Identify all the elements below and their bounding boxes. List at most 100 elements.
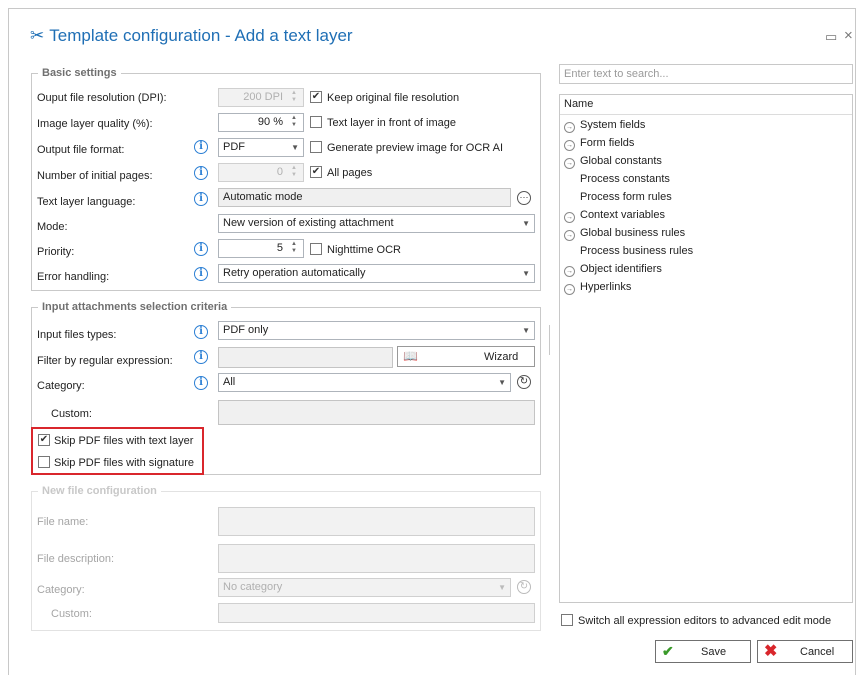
tree-item[interactable]: Process constants (580, 173, 670, 185)
search-input[interactable]: Enter text to search... (559, 64, 853, 84)
new-custom-field (218, 603, 535, 623)
spinner-arrows-icon: ▲ ▼ (291, 90, 297, 103)
refresh-icon[interactable]: ↻ (517, 375, 531, 389)
priority-label: Priority: (37, 246, 75, 258)
text-language-field: Automatic mode (218, 188, 511, 207)
chevron-down-icon: ▼ (291, 143, 299, 152)
maximize-icon[interactable]: ▭ (825, 29, 837, 45)
output-resolution-label: Ouput file resolution (DPI): (37, 92, 167, 104)
output-format-label: Output file format: (37, 144, 125, 156)
new-category-select: No category ▼ (218, 578, 511, 597)
file-description-field (218, 544, 535, 573)
cancel-icon: ✖ (764, 643, 778, 660)
all-pages-label: All pages (327, 167, 373, 179)
tree-item[interactable]: Process business rules (580, 245, 693, 257)
expand-icon[interactable]: → (564, 158, 575, 169)
cancel-button[interactable]: ✖ Cancel (757, 640, 853, 663)
expand-icon[interactable]: → (564, 140, 575, 151)
regex-filter-field[interactable] (218, 347, 393, 368)
category-label: Category: (37, 380, 85, 392)
tree-item[interactable]: → System fields (564, 119, 645, 133)
chevron-down-icon: ▼ (498, 378, 506, 387)
mode-select[interactable]: New version of existing attachment ▼ (218, 214, 535, 233)
all-pages-checkbox[interactable]: ✔ (310, 166, 322, 178)
skip-text-layer-label: Skip PDF files with text layer (54, 435, 194, 447)
tree-item[interactable]: Process form rules (580, 191, 672, 203)
tools-icon: ✂ (30, 26, 45, 45)
refresh-icon: ↻ (517, 580, 531, 594)
output-resolution-spinner: 200 DPI ▲ ▼ (218, 88, 304, 107)
category-select[interactable]: All ▼ (218, 373, 511, 392)
tree-item[interactable]: → Object identifiers (564, 263, 662, 277)
dialog-title: ✂ Template configuration - Add a text lay… (30, 26, 353, 45)
file-name-label: File name: (37, 516, 89, 528)
tree-item[interactable]: → Form fields (564, 137, 634, 151)
info-icon[interactable]: i (194, 166, 208, 180)
info-icon[interactable]: i (194, 242, 208, 256)
save-button[interactable]: ✔ Save (655, 640, 751, 663)
text-language-label: Text layer language: (37, 196, 136, 208)
tree-item[interactable]: → Hyperlinks (564, 281, 631, 295)
advanced-mode-label: Switch all expression editors to advance… (578, 615, 832, 627)
book-icon: 📖 (403, 349, 418, 363)
expression-tree: Name → System fields → Form fields → Global… (559, 94, 853, 603)
spinner-arrows-icon[interactable]: ▲ ▼ (289, 115, 299, 129)
info-icon[interactable]: i (194, 350, 208, 364)
more-options-icon[interactable]: ··· (517, 191, 531, 205)
text-layer-front-label: Text layer in front of image (327, 117, 457, 129)
splitter-handle[interactable] (549, 325, 550, 355)
tree-header: Name (560, 95, 852, 115)
expand-icon[interactable]: → (564, 266, 575, 277)
output-format-select[interactable]: PDF ▼ (218, 138, 304, 157)
chevron-down-icon: ▼ (522, 219, 530, 228)
generate-preview-label: Generate preview image for OCR AI (327, 142, 504, 154)
expand-icon[interactable]: → (564, 284, 575, 295)
tree-item[interactable]: → Global business rules (564, 227, 685, 241)
chevron-down-icon: ▼ (522, 269, 530, 278)
keep-resolution-label: Keep original file resolution (327, 92, 460, 104)
input-file-types-label: Input files types: (37, 329, 117, 341)
close-icon[interactable]: × (844, 27, 853, 44)
expand-icon[interactable]: → (564, 122, 575, 133)
input-criteria-legend: Input attachments selection criteria (42, 301, 228, 313)
spinner-arrows-icon[interactable]: ▲ ▼ (289, 241, 299, 255)
file-name-field (218, 507, 535, 536)
custom-field[interactable] (218, 400, 535, 425)
skip-signature-label: Skip PDF files with signature (54, 457, 194, 469)
generate-preview-checkbox[interactable] (310, 141, 322, 153)
error-handling-select[interactable]: Retry operation automatically ▼ (218, 264, 535, 283)
initial-pages-label: Number of initial pages: (37, 170, 153, 182)
text-layer-front-checkbox[interactable] (310, 116, 322, 128)
nighttime-ocr-label: Nighttime OCR (327, 244, 401, 256)
initial-pages-spinner: 0 ▲ ▼ (218, 163, 304, 182)
info-icon[interactable]: i (194, 325, 208, 339)
basic-settings-legend: Basic settings (42, 67, 117, 79)
advanced-mode-checkbox[interactable] (561, 614, 573, 626)
input-file-types-select[interactable]: PDF only ▼ (218, 321, 535, 340)
info-icon[interactable]: i (194, 267, 208, 281)
image-quality-spinner[interactable]: 90 % ▲ ▼ (218, 113, 304, 132)
tree-item[interactable]: → Global constants (564, 155, 662, 169)
skip-text-layer-checkbox[interactable]: ✔ (38, 434, 50, 446)
checkmark-icon: ✔ (662, 643, 674, 659)
chevron-down-icon: ▼ (522, 326, 530, 335)
info-icon[interactable]: i (194, 140, 208, 154)
tree-item[interactable]: → Context variables (564, 209, 665, 223)
keep-resolution-checkbox[interactable]: ✔ (310, 91, 322, 103)
wizard-button[interactable]: 📖 Wizard (397, 346, 535, 367)
spinner-arrows-icon: ▲ ▼ (291, 165, 297, 178)
expand-icon[interactable]: → (564, 230, 575, 241)
info-icon[interactable]: i (194, 376, 208, 390)
file-description-label: File description: (37, 553, 115, 565)
custom-label: Custom: (51, 408, 92, 420)
mode-label: Mode: (37, 221, 68, 233)
skip-signature-checkbox[interactable] (38, 456, 50, 468)
chevron-down-icon: ▼ (498, 583, 506, 592)
info-icon[interactable]: i (194, 192, 208, 206)
expand-icon[interactable]: → (564, 212, 575, 223)
image-quality-label: Image layer quality (%): (37, 118, 153, 130)
regex-filter-label: Filter by regular expression: (37, 355, 173, 367)
nighttime-ocr-checkbox[interactable] (310, 243, 322, 255)
new-custom-label: Custom: (51, 608, 92, 620)
priority-spinner[interactable]: 5 ▲ ▼ (218, 239, 304, 258)
